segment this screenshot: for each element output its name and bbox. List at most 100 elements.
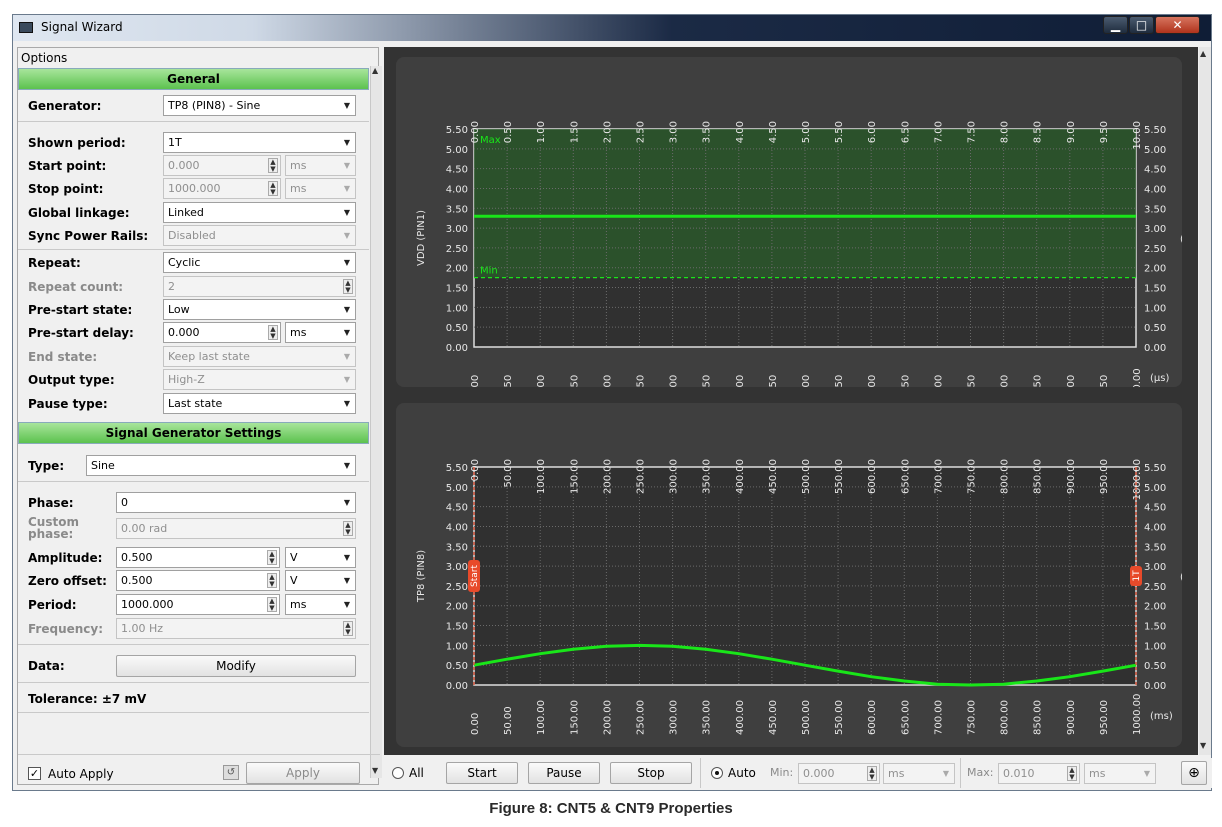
title-bar: Signal Wizard ▁ □ ✕ [13, 15, 1211, 41]
pre-start-state-select[interactable]: Low ▼ [163, 299, 356, 320]
x-tick-label-bottom: 150.00 [569, 700, 580, 735]
apply-button[interactable]: Apply [246, 762, 360, 784]
close-button[interactable]: ✕ [1155, 16, 1200, 34]
y-tick-label-right: 0.50 [1144, 323, 1166, 334]
start-marker-label: Start [470, 565, 480, 587]
frequency-input[interactable]: 1.00 Hz ▲ ▼ [116, 618, 356, 639]
auto-radio[interactable] [711, 767, 723, 779]
x-tick-label-top: 950.00 [1099, 459, 1110, 494]
y-tick-label-right: 2.00 [1144, 602, 1166, 613]
zero-offset-unit-select[interactable]: V ▼ [285, 570, 356, 591]
sync-power-rails-select[interactable]: Disabled ▼ [163, 225, 356, 246]
y-tick-label-left: 0.00 [446, 681, 468, 692]
x-tick-label-bottom: 0.00 [470, 375, 481, 387]
repeat-label: Repeat: [28, 256, 81, 270]
period-input[interactable]: 1000.000 ▲ ▼ [116, 594, 280, 615]
right-scrollbar[interactable]: ▲ ▼ [1199, 47, 1211, 755]
x-tick-label-top: 5.50 [834, 121, 845, 143]
spinner-icon[interactable]: ▲ ▼ [268, 181, 278, 196]
auto-apply-checkbox[interactable]: ✓ [28, 767, 41, 780]
spinner-icon[interactable]: ▲ ▼ [1067, 766, 1077, 781]
x-tick-label-bottom: 900.00 [1066, 700, 1077, 735]
y-tick-label-left: 4.00 [446, 184, 468, 195]
custom-phase-input[interactable]: 0.00 rad ▲ ▼ [116, 518, 356, 539]
spinner-icon[interactable]: ▲ ▼ [268, 158, 278, 173]
signal-generator-settings-header[interactable]: Signal Generator Settings [18, 422, 369, 444]
amplitude-input[interactable]: 0.500 ▲ ▼ [116, 547, 280, 568]
shown-period-select[interactable]: 1T ▼ [163, 132, 356, 153]
x-tick-label-bottom: 5.50 [834, 375, 845, 387]
spinner-icon[interactable]: ▲ ▼ [343, 279, 353, 294]
output-type-select[interactable]: High-Z ▼ [163, 369, 356, 390]
amplitude-unit-select[interactable]: V ▼ [285, 547, 356, 568]
maximize-button[interactable]: □ [1129, 16, 1154, 34]
min-unit-select[interactable]: ms ▼ [883, 763, 955, 784]
crosshair-icon[interactable]: ⊕ [1181, 761, 1207, 785]
y-tick-label-left: 2.50 [446, 582, 468, 593]
figure-caption: Figure 8: CNT5 & CNT9 Properties [489, 800, 733, 817]
zero-offset-input[interactable]: 0.500 ▲ ▼ [116, 570, 280, 591]
spinner-icon[interactable]: ▲ ▼ [343, 521, 353, 536]
vdd-plot[interactable]: Max Min 0.00 0.00 0.50 0.50 1.00 1.00 1.50 1.50 2.… [396, 57, 1182, 387]
stop-point-unit-select[interactable]: ms ▼ [285, 178, 356, 199]
y-tick-label-left: 1.50 [446, 622, 468, 633]
modify-button[interactable]: Modify [116, 655, 356, 677]
start-button[interactable]: Start [446, 762, 518, 784]
spinner-icon[interactable]: ▲ ▼ [267, 573, 277, 588]
min-input[interactable]: 0.000 ▲ ▼ [798, 763, 880, 784]
separator [18, 121, 369, 122]
x-tick-label-bottom: 500.00 [801, 700, 812, 735]
y-tick-label-right: 0.00 [1144, 343, 1166, 354]
x-tick-label-bottom: 1000.00 [1132, 694, 1143, 735]
x-tick-label-bottom: 800.00 [1000, 700, 1011, 735]
phase-select[interactable]: 0 ▼ [116, 492, 356, 513]
all-label: All [409, 766, 424, 780]
x-tick-label-top: 400.00 [735, 459, 746, 494]
scroll-down-icon[interactable]: ▼ [372, 766, 378, 775]
y-tick-label-left: 5.00 [446, 483, 468, 494]
type-select[interactable]: Sine ▼ [86, 455, 356, 476]
stop-point-input[interactable]: 1000.000 ▲ ▼ [163, 178, 281, 199]
y-unit-label: (V) [1180, 234, 1182, 245]
y-tick-label-left: 3.50 [446, 204, 468, 215]
generator-select[interactable]: TP8 (PIN8) - Sine ▼ [163, 95, 356, 116]
all-radio[interactable] [392, 767, 404, 779]
chevron-down-icon: ▼ [343, 328, 350, 337]
max-unit-select[interactable]: ms ▼ [1084, 763, 1156, 784]
tp8-plot[interactable]: 0.00 0.00 50.00 50.00 100.00 100.00 150.00 150.… [396, 403, 1182, 747]
x-tick-label-bottom: 450.00 [768, 700, 779, 735]
spinner-icon[interactable]: ▲ ▼ [867, 766, 877, 781]
spinner-icon[interactable]: ▲ ▼ [267, 550, 277, 565]
plot-area: Max Min 0.00 0.00 0.50 0.50 1.00 1.00 1.50 1.50 2.… [384, 47, 1198, 755]
spinner-icon[interactable]: ▲ ▼ [343, 621, 353, 636]
scroll-up-icon[interactable]: ▲ [372, 66, 378, 75]
end-state-select[interactable]: Keep last state ▼ [163, 346, 356, 367]
spinner-icon[interactable]: ▲ ▼ [267, 597, 277, 612]
chevron-down-icon: ▼ [343, 208, 350, 217]
general-header[interactable]: General [18, 68, 369, 90]
undo-icon[interactable]: ↺ [223, 765, 239, 780]
x-tick-label-bottom: 0.00 [470, 713, 481, 735]
spinner-icon[interactable]: ▲ ▼ [268, 325, 278, 340]
footer-separator [18, 754, 380, 755]
start-point-unit-select[interactable]: ms ▼ [285, 155, 356, 176]
stop-button[interactable]: Stop [610, 762, 692, 784]
global-linkage-select[interactable]: Linked ▼ [163, 202, 356, 223]
scroll-up-icon[interactable]: ▲ [1200, 49, 1206, 58]
period-unit-select[interactable]: ms ▼ [285, 594, 356, 615]
start-point-input[interactable]: 0.000 ▲ ▼ [163, 155, 281, 176]
repeat-select[interactable]: Cyclic ▼ [163, 252, 356, 273]
max-input[interactable]: 0.010 ▲ ▼ [998, 763, 1080, 784]
minimize-button[interactable]: ▁ [1103, 16, 1128, 34]
scroll-down-icon[interactable]: ▼ [1200, 741, 1206, 750]
pause-type-label: Pause type: [28, 397, 108, 411]
pre-start-delay-unit-select[interactable]: ms ▼ [285, 322, 356, 343]
left-scrollbar[interactable]: ▲ ▼ [370, 66, 382, 778]
x-tick-label-bottom: 50.00 [503, 706, 514, 735]
repeat-count-input[interactable]: 2 ▲ ▼ [163, 276, 356, 297]
pre-start-delay-input[interactable]: 0.000 ▲ ▼ [163, 322, 281, 343]
pause-button[interactable]: Pause [528, 762, 600, 784]
y-tick-label-right: 4.00 [1144, 184, 1166, 195]
pause-type-select[interactable]: Last state ▼ [163, 393, 356, 414]
x-tick-label-top: 6.50 [900, 121, 911, 143]
